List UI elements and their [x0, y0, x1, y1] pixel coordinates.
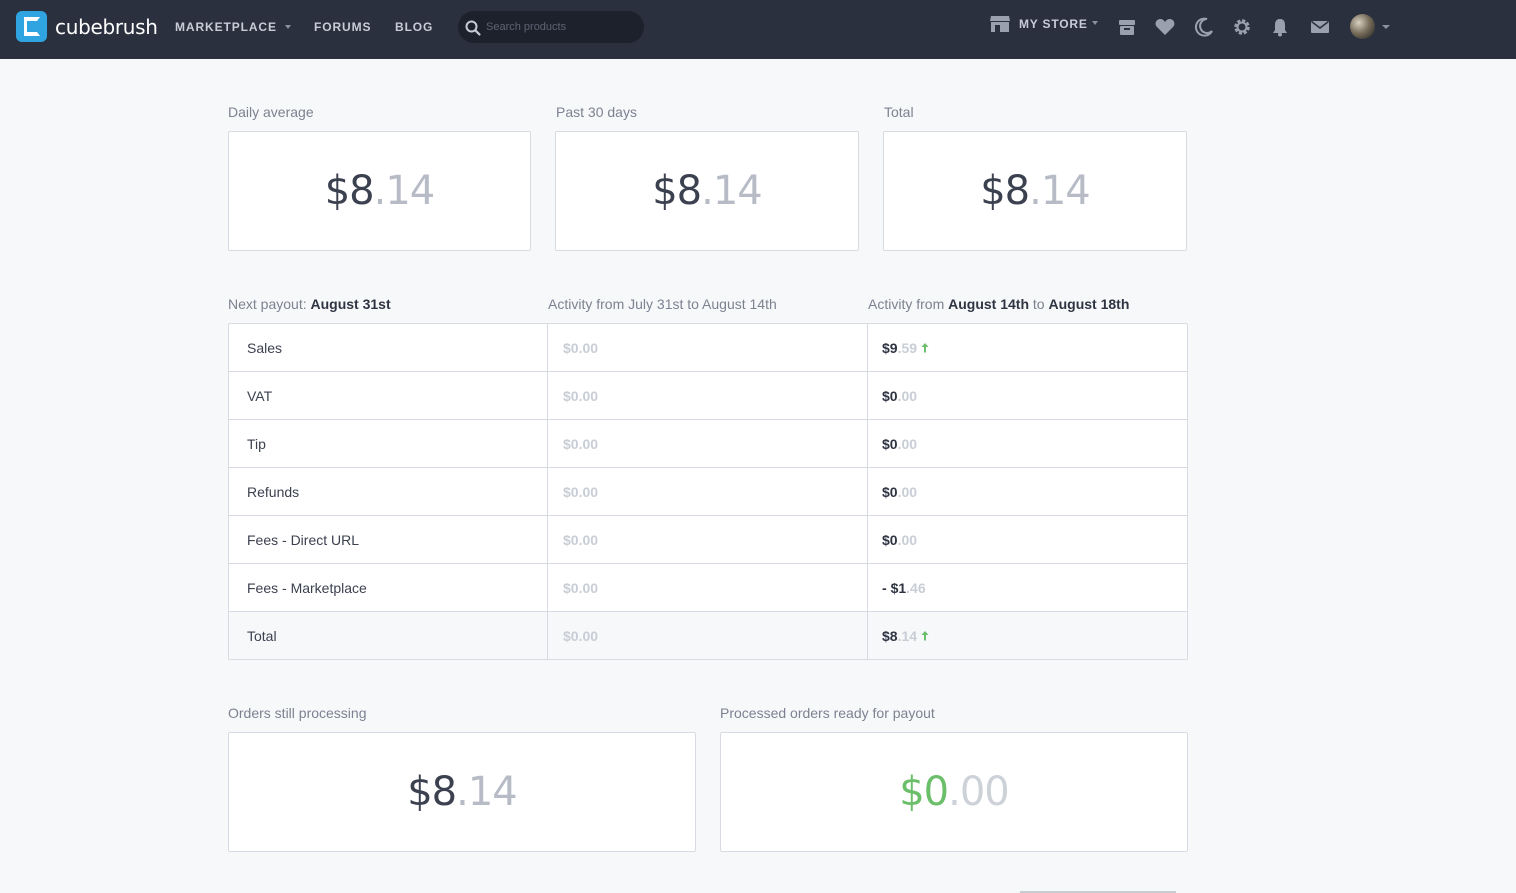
row-label: Tip — [229, 420, 548, 467]
orders-ready-label: Processed orders ready for payout — [720, 705, 935, 721]
previous-value: $0.00 — [548, 516, 868, 563]
archive-icon[interactable] — [1116, 16, 1138, 38]
total-label: Total — [884, 104, 914, 120]
row-label: Fees - Marketplace — [229, 564, 548, 611]
cubebrush-logo-icon — [16, 11, 47, 42]
store-icon — [990, 16, 1010, 32]
current-value: $0.00 — [882, 387, 918, 404]
daily-average-label: Daily average — [228, 104, 314, 120]
my-store-label: MY STORE — [1019, 17, 1088, 31]
current-activity-heading: Activity from August 14th to August 18th — [868, 296, 1130, 312]
previous-value: $0.00 — [548, 372, 868, 419]
chevron-down-icon[interactable] — [1382, 25, 1390, 29]
row-label: Refunds — [229, 468, 548, 515]
table-row-fees-direct-url: Fees - Direct URL $0.00 $0.00 — [229, 516, 1187, 564]
chevron-down-icon — [1091, 21, 1098, 25]
trend-up-icon — [921, 343, 929, 353]
nav-marketplace-label: MARKETPLACE — [175, 20, 277, 34]
orders-processing-card: $8.14 — [228, 732, 696, 852]
bell-icon[interactable] — [1269, 16, 1291, 38]
nav-blog[interactable]: BLOG — [395, 20, 433, 34]
user-avatar[interactable] — [1350, 14, 1375, 39]
table-row-fees-marketplace: Fees - Marketplace $0.00 - $1.46 — [229, 564, 1187, 612]
previous-value: $0.00 — [548, 420, 868, 467]
current-value: $0.00 — [882, 483, 918, 500]
previous-value: $0.00 — [548, 564, 868, 611]
heart-icon[interactable] — [1154, 16, 1176, 38]
row-label: VAT — [229, 372, 548, 419]
current-value: $8.14 — [868, 612, 1187, 659]
table-row-sales: Sales $0.00 $9.59 — [229, 324, 1187, 372]
past-30-days-card: $8.14 — [555, 131, 859, 251]
daily-average-value: $8.14 — [324, 168, 436, 214]
activity-table: Sales $0.00 $9.59 VAT $0.00 $0.00 Tip $0… — [228, 323, 1188, 660]
mail-icon[interactable] — [1309, 16, 1331, 38]
past-30-days-label: Past 30 days — [556, 104, 637, 120]
previous-value: $0.00 — [548, 468, 868, 515]
search-input[interactable] — [486, 11, 636, 43]
orders-ready-card: $0.00 — [720, 732, 1188, 852]
previous-value: $0.00 — [548, 324, 868, 371]
previous-value: $0.00 — [548, 612, 868, 659]
past-30-days-value: $8.14 — [652, 168, 763, 214]
brand-name: cubebrush — [55, 14, 158, 39]
current-value: - $1.46 — [882, 579, 926, 596]
search-bar[interactable] — [458, 11, 644, 43]
table-row-refunds: Refunds $0.00 $0.00 — [229, 468, 1187, 516]
row-label: Fees - Direct URL — [229, 516, 548, 563]
current-value: $0.00 — [882, 435, 918, 452]
trend-up-icon — [921, 631, 929, 641]
moon-icon[interactable] — [1193, 16, 1215, 38]
table-row-total: Total $0.00 $8.14 — [229, 612, 1187, 659]
my-store-menu[interactable]: MY STORE — [989, 14, 1098, 34]
total-value: $8.14 — [980, 168, 1091, 214]
orders-processing-value: $8.14 — [407, 769, 518, 815]
row-label: Sales — [229, 324, 548, 371]
total-card: $8.14 — [883, 131, 1187, 251]
nav-marketplace[interactable]: MARKETPLACE — [175, 20, 291, 34]
daily-average-card: $8.14 — [228, 131, 531, 251]
chevron-down-icon — [284, 24, 291, 29]
next-payout-heading: Next payout: August 31st — [228, 296, 391, 312]
gear-icon[interactable] — [1231, 16, 1253, 38]
current-value: $9.59 — [868, 324, 1187, 371]
table-row-vat: VAT $0.00 $0.00 — [229, 372, 1187, 420]
top-navbar: cubebrush MARKETPLACE FORUMS BLOG MY STO… — [0, 0, 1516, 59]
current-value: $0.00 — [882, 531, 918, 548]
nav-forums[interactable]: FORUMS — [314, 20, 371, 34]
previous-activity-heading: Activity from July 31st to August 14th — [548, 296, 777, 312]
orders-ready-value: $0.00 — [899, 769, 1010, 815]
cubebrush-logo[interactable]: cubebrush — [16, 11, 158, 42]
row-label: Total — [229, 612, 548, 659]
table-row-tip: Tip $0.00 $0.00 — [229, 420, 1187, 468]
search-icon — [465, 20, 481, 36]
orders-processing-label: Orders still processing — [228, 705, 367, 721]
